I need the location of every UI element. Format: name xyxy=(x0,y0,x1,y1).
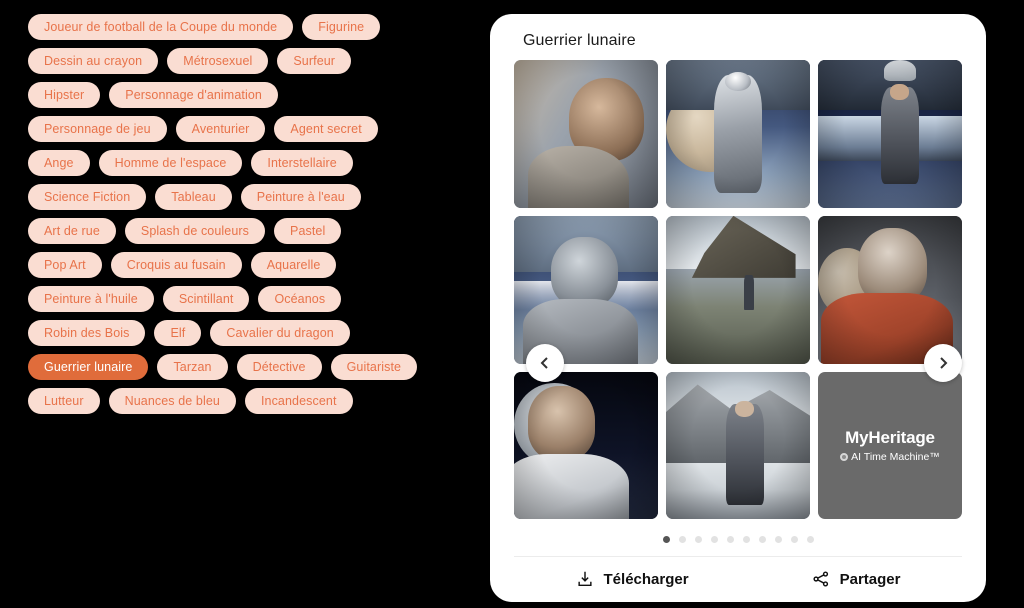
style-tag[interactable]: Hipster xyxy=(28,82,101,108)
watermark-logo-icon xyxy=(840,453,849,462)
result-image-tile[interactable] xyxy=(666,215,810,364)
result-image-tile[interactable] xyxy=(514,60,658,208)
share-label: Partager xyxy=(839,570,901,588)
tag-row: Dessin au crayon Métrosexuel Surfeur xyxy=(28,48,470,74)
style-tag[interactable]: Peinture à l'eau xyxy=(240,184,361,210)
style-tag[interactable]: Tarzan xyxy=(157,354,228,380)
style-tag[interactable]: Agent secret xyxy=(274,116,378,142)
result-image-tile[interactable] xyxy=(818,60,962,208)
style-tag[interactable]: Personnage de jeu xyxy=(28,116,167,142)
style-tag[interactable]: Océanos xyxy=(258,286,342,312)
style-tag-cloud: Joueur de football de la Coupe du monde F… xyxy=(0,0,470,440)
tag-row: Hipster Personnage d'animation xyxy=(28,82,470,108)
pagination-dot[interactable] xyxy=(758,536,766,544)
pagination-dot[interactable] xyxy=(790,536,798,544)
style-tag[interactable]: Cavalier du dragon xyxy=(210,320,350,346)
prev-arrow-button[interactable] xyxy=(526,344,564,382)
style-tag[interactable]: Art de rue xyxy=(28,218,116,244)
style-tag[interactable]: Tableau xyxy=(155,184,232,210)
style-tag[interactable]: Détective xyxy=(236,354,322,380)
style-tag[interactable]: Homme de l'espace xyxy=(98,150,243,176)
style-tag[interactable]: Incandescent xyxy=(244,388,353,414)
tag-row: Art de rue Splash de couleurs Pastel xyxy=(28,218,470,244)
pagination-dot[interactable] xyxy=(774,536,782,544)
result-image-tile[interactable] xyxy=(818,215,962,364)
style-tag[interactable]: Personnage d'animation xyxy=(109,82,278,108)
style-tag[interactable]: Interstellaire xyxy=(251,150,353,176)
pagination-dot[interactable] xyxy=(710,536,718,544)
style-tag[interactable]: Elf xyxy=(154,320,202,346)
image-grid: MyHeritage AI Time Machine™ xyxy=(514,60,962,520)
style-tag[interactable]: Figurine xyxy=(302,14,381,40)
style-tag[interactable]: Ange xyxy=(28,150,90,176)
result-image-tile[interactable] xyxy=(666,371,810,520)
card-title: Guerrier lunaire xyxy=(523,32,636,49)
download-button[interactable]: Télécharger xyxy=(576,570,689,588)
watermark-product-label: AI Time Machine™ xyxy=(851,451,940,464)
style-tag[interactable]: Nuances de bleu xyxy=(108,388,236,414)
watermark-product: AI Time Machine™ xyxy=(840,451,940,463)
style-tag[interactable]: Splash de couleurs xyxy=(124,218,266,244)
pagination-dot[interactable] xyxy=(742,536,750,544)
tag-row: Guerrier lunaire Tarzan Détective Guitarist… xyxy=(28,354,470,380)
pagination-dot[interactable] xyxy=(694,536,702,544)
pagination-dot[interactable] xyxy=(662,536,670,544)
download-label: Télécharger xyxy=(603,570,689,588)
style-tag[interactable]: Joueur de football de la Coupe du monde xyxy=(28,14,294,40)
style-tag[interactable]: Aquarelle xyxy=(250,252,337,278)
result-image-tile[interactable] xyxy=(514,371,658,520)
chevron-right-icon xyxy=(940,357,948,369)
chevron-left-icon xyxy=(540,357,548,369)
pagination-dot[interactable] xyxy=(678,536,686,544)
tag-row: Peinture à l'huile Scintillant Océanos xyxy=(28,286,470,312)
style-tag[interactable]: Guerrier lunaire xyxy=(28,354,149,380)
download-icon xyxy=(577,572,592,587)
result-card: Guerrier lunaire MyHeritage AI Time Mach… xyxy=(490,14,986,602)
style-tag[interactable]: Croquis au fusain xyxy=(110,252,242,278)
style-tag[interactable]: Aventurier xyxy=(175,116,266,142)
style-tag[interactable]: Pastel xyxy=(274,218,342,244)
app-screen: Joueur de football de la Coupe du monde F… xyxy=(0,0,1024,608)
pagination-dot[interactable] xyxy=(726,536,734,544)
image-grid-wrap: MyHeritage AI Time Machine™ xyxy=(490,60,986,520)
result-image-tile[interactable] xyxy=(666,60,810,208)
style-tag[interactable]: Robin des Bois xyxy=(28,320,146,346)
pagination-dot[interactable] xyxy=(806,536,814,544)
watermark-tile: MyHeritage AI Time Machine™ xyxy=(818,371,962,520)
style-tag[interactable]: Science Fiction xyxy=(28,184,147,210)
style-tag[interactable]: Surfeur xyxy=(277,48,352,74)
style-tag[interactable]: Scintillant xyxy=(162,286,250,312)
tag-row: Ange Homme de l'espace Interstellaire xyxy=(28,150,470,176)
tag-row: Personnage de jeu Aventurier Agent secret xyxy=(28,116,470,142)
card-footer: Télécharger Partager xyxy=(514,556,962,602)
share-icon xyxy=(813,571,828,587)
style-tag[interactable]: Lutteur xyxy=(28,388,100,414)
watermark-brand: MyHeritage xyxy=(845,428,935,448)
tag-row: Robin des Bois Elf Cavalier du dragon xyxy=(28,320,470,346)
tag-row: Pop Art Croquis au fusain Aquarelle xyxy=(28,252,470,278)
share-button[interactable]: Partager xyxy=(812,570,901,588)
pagination-dots[interactable] xyxy=(490,519,986,556)
style-tag[interactable]: Métrosexuel xyxy=(167,48,269,74)
style-tag[interactable]: Pop Art xyxy=(28,252,102,278)
style-tag[interactable]: Peinture à l'huile xyxy=(28,286,154,312)
next-arrow-button[interactable] xyxy=(924,344,962,382)
style-tag[interactable]: Dessin au crayon xyxy=(28,48,159,74)
result-image-tile[interactable] xyxy=(514,215,658,364)
tag-row: Science Fiction Tableau Peinture à l'eau xyxy=(28,184,470,210)
tag-row: Lutteur Nuances de bleu Incandescent xyxy=(28,388,470,414)
style-tag[interactable]: Guitariste xyxy=(330,354,418,380)
tag-row: Joueur de football de la Coupe du monde F… xyxy=(28,14,470,40)
